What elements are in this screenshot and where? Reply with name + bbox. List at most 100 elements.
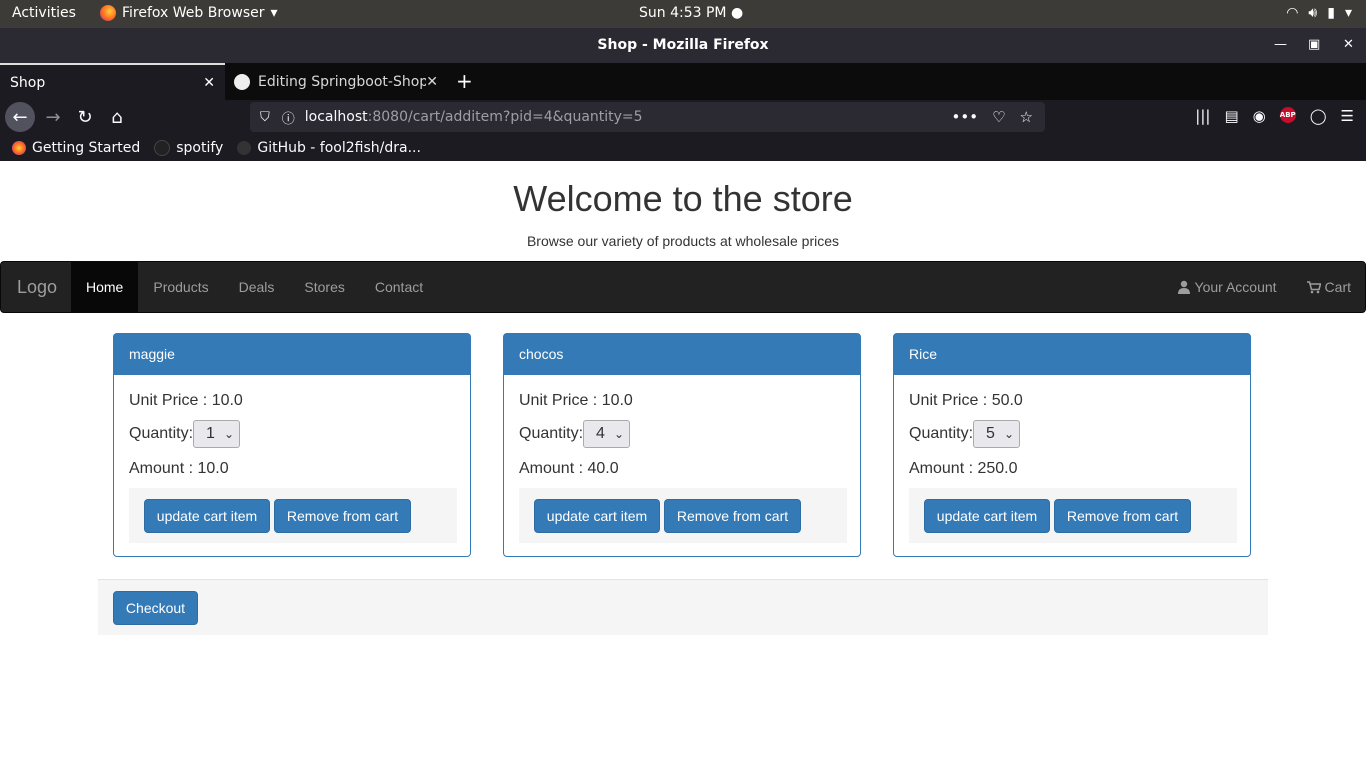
bookmark-spotify[interactable]: spotify	[154, 139, 224, 156]
remove-from-cart-button[interactable]: Remove from cart	[664, 499, 801, 533]
caret-down-icon: ▾	[1344, 5, 1352, 21]
quantity-row: Quantity: 5 ⌄	[909, 420, 1021, 448]
bookmarks-toolbar: Getting Started spotify GitHub - fool2fi…	[0, 134, 1366, 161]
url-host: localhost	[304, 109, 368, 125]
system-tray[interactable]: ◠ 🔊︎ ▮ ▾	[1286, 5, 1352, 21]
cart-item-panel: maggie Unit Price : 10.0 Quantity: 1 ⌄ Amo…	[113, 333, 471, 557]
remove-from-cart-button[interactable]: Remove from cart	[274, 499, 411, 533]
user-icon	[1177, 280, 1190, 294]
cart-item-name: maggie	[114, 334, 470, 375]
pocket-icon[interactable]: ♡	[992, 108, 1005, 126]
unit-price: Unit Price : 10.0	[129, 392, 243, 409]
app-menu[interactable]: Firefox Web Browser ▾	[100, 5, 278, 21]
tracking-shield-icon[interactable]: ⛉	[260, 110, 270, 125]
firefox-icon	[12, 140, 26, 155]
quantity-select[interactable]: 4 ⌄	[583, 420, 631, 448]
unit-price: Unit Price : 50.0	[909, 392, 1023, 409]
nav-contact[interactable]: Contact	[360, 262, 438, 312]
volume-icon: 🔊︎	[1308, 5, 1318, 21]
adblock-icon[interactable]: ABP	[1279, 107, 1296, 123]
update-cart-item-button[interactable]: update cart item	[534, 499, 660, 533]
bookmark-star-icon[interactable]: ☆	[1020, 108, 1033, 126]
quantity-value: 4	[596, 425, 605, 442]
library-icon[interactable]: |||	[1195, 107, 1210, 125]
app-menu-label: Firefox Web Browser	[122, 5, 265, 21]
menu-icon[interactable]: ☰	[1341, 107, 1354, 125]
cart-item-name: chocos	[504, 334, 860, 375]
quantity-value: 1	[206, 425, 215, 442]
quantity-value: 5	[986, 425, 995, 442]
quantity-label: Quantity:	[909, 425, 974, 443]
close-window-button[interactable]: ✕	[1343, 37, 1354, 52]
page-title: Welcome to the store	[513, 178, 853, 219]
github-icon	[234, 73, 250, 90]
tab-shop[interactable]: Shop ✕	[0, 63, 225, 100]
nav-cart-label: Cart	[1324, 279, 1351, 295]
bookmark-label: spotify	[176, 139, 224, 156]
browser-toolbar: ← → ↻ ⌂ ⛉ ⓘ localhost:8080/cart/additem?…	[0, 100, 1366, 134]
nav-products[interactable]: Products	[138, 262, 223, 312]
amount: Amount : 250.0	[909, 460, 1018, 477]
close-tab-icon[interactable]: ✕	[203, 75, 215, 91]
quantity-row: Quantity: 4 ⌄	[519, 420, 631, 448]
sidebar-icon[interactable]: ▤	[1224, 107, 1238, 125]
account-icon[interactable]: ◯	[1310, 107, 1327, 125]
cart-item-panel: chocos Unit Price : 10.0 Quantity: 4 ⌄ Amo…	[503, 333, 861, 557]
caret-down-icon: ▾	[270, 5, 278, 21]
extension-icon[interactable]: ◉	[1253, 107, 1266, 125]
quantity-label: Quantity:	[519, 425, 584, 443]
firefox-icon	[100, 5, 116, 21]
checkout-footer: Checkout	[98, 579, 1268, 635]
checkout-button[interactable]: Checkout	[113, 591, 198, 625]
cart-item-name: Rice	[894, 334, 1250, 375]
chevron-down-icon: ⌄	[1003, 427, 1015, 441]
site-logo[interactable]: Logo	[17, 277, 57, 298]
nav-cart[interactable]: Cart	[1292, 262, 1351, 312]
reload-button[interactable]: ↻	[70, 102, 100, 132]
tab-label: Shop	[10, 74, 46, 91]
bookmark-github[interactable]: GitHub - fool2fish/dra...	[237, 140, 421, 156]
update-cart-item-button[interactable]: update cart item	[144, 499, 270, 533]
home-button[interactable]: ⌂	[102, 102, 132, 132]
quantity-select[interactable]: 5 ⌄	[973, 420, 1021, 448]
quantity-label: Quantity:	[129, 425, 194, 443]
minimize-button[interactable]: —	[1274, 37, 1287, 52]
cart-item-actions: update cart item Remove from cart	[519, 488, 847, 543]
nav-stores[interactable]: Stores	[289, 262, 359, 312]
cart-item-actions: update cart item Remove from cart	[909, 488, 1237, 543]
update-cart-item-button[interactable]: update cart item	[924, 499, 1050, 533]
remove-from-cart-button[interactable]: Remove from cart	[1054, 499, 1191, 533]
forward-button[interactable]: →	[38, 102, 68, 132]
chevron-down-icon: ⌄	[613, 427, 625, 441]
bookmark-label: Getting Started	[32, 139, 141, 156]
tab-strip: Shop ✕ Editing Springboot-Shop ✕ +	[0, 63, 1366, 100]
window-title: Shop - Mozilla Firefox	[597, 37, 769, 53]
nav-home[interactable]: Home	[71, 262, 139, 312]
maximize-button[interactable]: ▣	[1308, 37, 1320, 52]
bookmark-getting-started[interactable]: Getting Started	[12, 140, 140, 156]
battery-icon: ▮	[1327, 5, 1335, 21]
site-info-icon[interactable]: ⓘ	[282, 108, 295, 127]
system-top-bar: Activities Firefox Web Browser ▾ Sun 4:5…	[0, 0, 1366, 28]
quantity-select[interactable]: 1 ⌄	[193, 420, 241, 448]
back-button[interactable]: ←	[5, 102, 35, 132]
web-page: Welcome to the store Browse our variety …	[0, 161, 1366, 768]
window-title-bar: Shop - Mozilla Firefox — ▣ ✕	[0, 28, 1366, 63]
cart-item-actions: update cart item Remove from cart	[129, 488, 457, 543]
url-bar[interactable]: ⛉ ⓘ localhost:8080/cart/additem?pid=4&qu…	[250, 102, 1045, 132]
page-subtitle: Browse our variety of products at wholes…	[526, 233, 840, 249]
close-tab-icon[interactable]: ✕	[426, 74, 438, 90]
page-actions-icon[interactable]: •••	[952, 108, 979, 126]
spotify-icon	[154, 139, 171, 156]
chevron-down-icon: ⌄	[223, 427, 235, 441]
nav-deals[interactable]: Deals	[224, 262, 290, 312]
tab-editing-springboot[interactable]: Editing Springboot-Shop ✕	[226, 63, 448, 100]
unit-price: Unit Price : 10.0	[519, 392, 633, 409]
url-path: :8080/cart/additem?pid=4&quantity=5	[367, 109, 643, 125]
new-tab-button[interactable]: +	[456, 69, 473, 93]
clock[interactable]: Sun 4:53 PM ●	[639, 5, 743, 21]
activities-button[interactable]: Activities	[12, 5, 76, 21]
wifi-icon: ◠	[1286, 5, 1299, 21]
quantity-row: Quantity: 1 ⌄	[129, 420, 241, 448]
nav-your-account[interactable]: Your Account	[1162, 262, 1292, 312]
